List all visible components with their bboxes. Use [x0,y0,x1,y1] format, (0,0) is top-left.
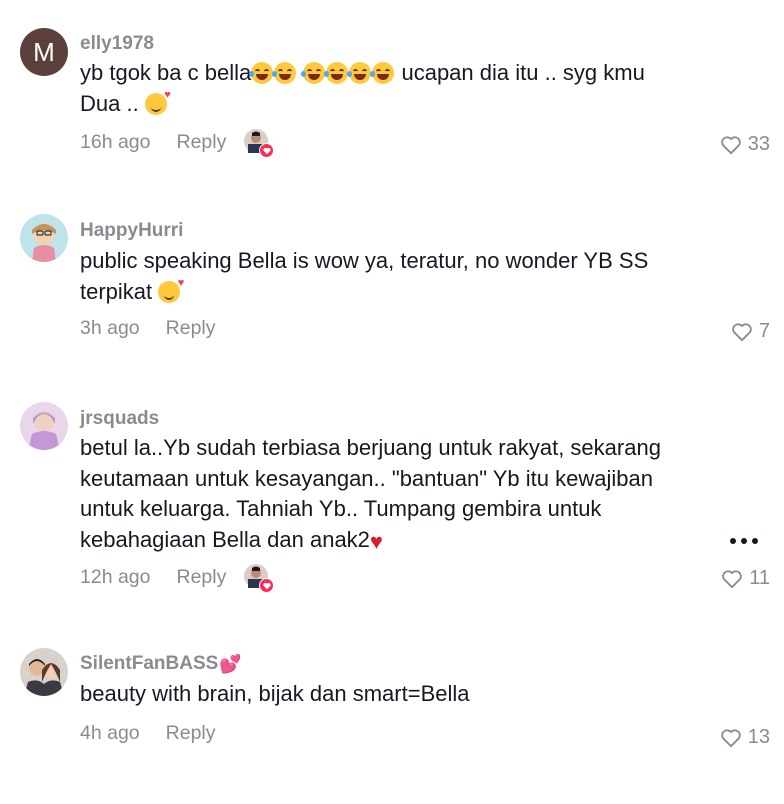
comment-username[interactable]: elly1978 [80,33,154,55]
comment-text-line: ucapan dia itu .. syg kmu [395,60,645,85]
heart-outline-icon [720,728,741,747]
like-button[interactable]: 7 [731,320,770,343]
comment-text: beauty with brain, bijak dan smart=Bella [80,679,720,710]
like-button[interactable]: 13 [720,726,770,749]
comment-meta: 4h ago Reply [80,722,216,745]
avatar[interactable]: M [20,28,68,76]
comment-text: betul la..Yb sudah terbiasa berjuang unt… [80,433,720,557]
comment-text-line: public speaking Bella is wow ya, teratur… [80,248,649,273]
like-count: 7 [758,320,770,342]
comment-meta: 16h ago Reply [80,129,275,158]
comment-time: 12h ago [80,565,151,588]
heart-outline-icon [720,135,741,154]
comment-text-line: terpikat [80,278,159,304]
tears-of-joy-emoji-icon [347,62,372,84]
avatar[interactable] [20,648,68,696]
comment-username[interactable]: SilentFanBASS💕 [80,653,242,675]
avatar[interactable] [20,214,68,262]
reply-button[interactable]: Reply [177,566,227,589]
like-button[interactable]: 11 [721,567,770,590]
comment-time: 16h ago [80,130,151,153]
comment-text-line: keutamaan untuk kesayangan.. "bantuan" Y… [80,465,653,491]
comment-time: 4h ago [80,722,140,744]
like-count: 11 [749,567,770,589]
reply-button[interactable]: Reply [166,317,216,340]
comment-text-line: kebahagiaan Bella dan anak2 [80,526,370,552]
red-heart-icon: ♥ [369,528,383,554]
comment-text-line: untuk keluarga. Tahniah Yb.. Tumpang gem… [80,496,602,521]
smiling-face-with-hearts-icon: ♥ [158,277,184,303]
comment-text-line: yb tgok ba c bella [80,60,252,85]
pink-hearts-icon: 💕 [219,654,242,674]
heart-icon [259,578,275,593]
comment-meta: 12h ago Reply [80,564,275,593]
comment-username[interactable]: HappyHurri [80,220,183,242]
comment-text-line: Dua .. [80,90,145,116]
reply-button[interactable]: Reply [177,131,227,154]
avatar[interactable] [20,402,68,450]
creator-liked-badge [244,129,275,158]
heart-outline-icon [732,322,752,341]
heart-icon [259,143,275,158]
more-options-button[interactable] [730,538,758,544]
creator-liked-badge [244,564,275,593]
tears-of-joy-emoji-icon [324,62,349,84]
comment-meta: 3h ago Reply [80,317,216,340]
comment-text: public speaking Bella is wow ya, teratur… [80,246,720,307]
reply-button[interactable]: Reply [166,722,216,745]
comment-text: yb tgok ba c bella ucapan dia itu .. syg… [80,58,720,119]
like-button[interactable]: 33 [720,133,770,156]
like-count: 33 [747,133,770,155]
comment-username[interactable]: jrsquads [80,408,159,430]
comment-time: 3h ago [80,317,140,339]
tears-of-joy-emoji-icon [301,62,326,84]
tears-of-joy-emoji-icon [370,62,395,84]
tears-of-joy-emoji-icon [272,62,297,84]
like-count: 13 [747,726,770,748]
tears-of-joy-emoji-icon [249,62,274,84]
heart-outline-icon [722,569,742,588]
comment-text-line: betul la..Yb sudah terbiasa berjuang unt… [80,435,661,460]
comment-text-line: beauty with brain, bijak dan smart=Bella [80,681,470,706]
more-dots-icon [730,538,736,544]
smiling-face-with-hearts-icon: ♥ [144,89,171,115]
